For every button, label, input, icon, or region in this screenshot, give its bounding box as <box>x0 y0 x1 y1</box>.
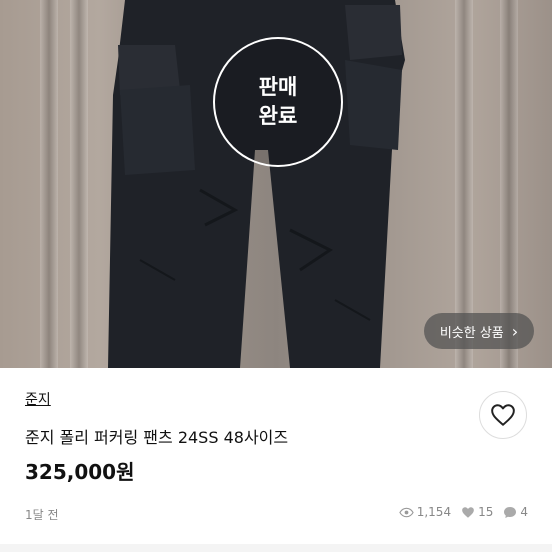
views-count: 1,154 <box>416 505 452 519</box>
posted-time: 1달 전 <box>25 508 59 522</box>
product-title: 준지 폴리 퍼커링 팬츠 24SS 48사이즈 <box>25 428 289 447</box>
sold-badge-line2: 완료 <box>258 104 298 128</box>
product-photo[interactable]: 판매 완료 비슷한 상품 › <box>0 0 552 368</box>
chats-stat: 4 <box>503 505 528 519</box>
sold-badge-line1: 판매 <box>258 75 298 99</box>
likes-stat: 15 <box>461 505 493 519</box>
section-divider <box>0 544 552 552</box>
chats-count: 4 <box>520 505 528 519</box>
heart-outline-icon <box>491 404 515 426</box>
product-price: 325,000원 <box>25 460 135 484</box>
like-button[interactable] <box>479 391 527 439</box>
heart-icon <box>462 506 474 518</box>
similar-products-label: 비슷한 상품 <box>439 325 504 341</box>
sold-out-badge: 판매 완료 <box>213 37 343 167</box>
views-stat: 1,154 <box>399 505 451 519</box>
likes-count: 15 <box>478 505 494 519</box>
seller-link[interactable]: 준지 <box>25 389 51 409</box>
similar-products-button[interactable]: 비슷한 상품 › <box>424 313 534 349</box>
eye-icon <box>399 507 414 517</box>
product-stats: 1,154 15 4 <box>399 505 528 519</box>
chevron-right-icon: › <box>511 321 519 341</box>
chat-bubble-icon <box>504 506 517 518</box>
